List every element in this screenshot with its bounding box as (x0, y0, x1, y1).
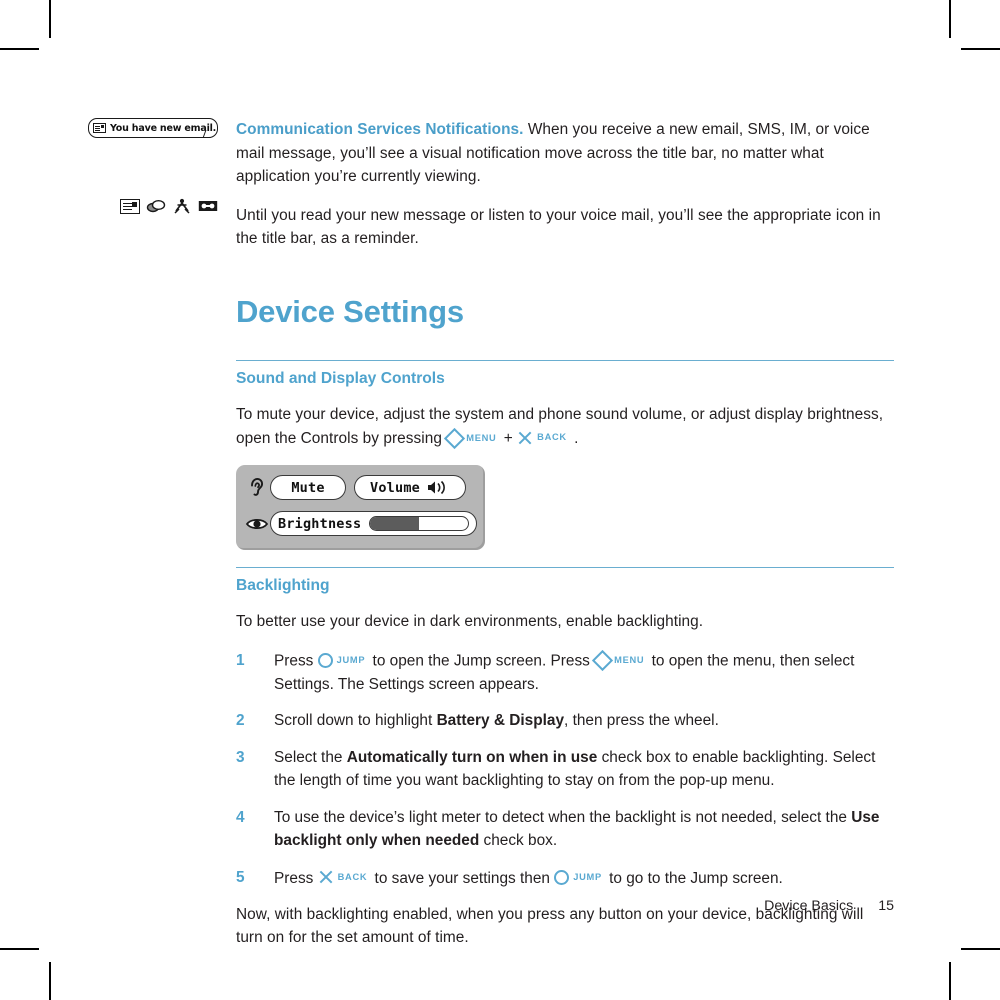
backlighting-steps-list: 1 Press JUMP to open the Jump screen. Pre… (236, 649, 894, 890)
brightness-slider[interactable] (369, 516, 469, 532)
step-text-fragment: To use the device’s light meter to detec… (274, 808, 852, 826)
volume-button-label: Volume (370, 479, 420, 496)
step-number: 2 (236, 712, 245, 729)
circle-icon (554, 870, 570, 886)
jump-key-glyph: JUMP (317, 649, 369, 673)
step-number: 4 (236, 808, 245, 826)
circle-icon (317, 653, 333, 668)
x-icon (517, 430, 533, 446)
step-text: To use the device’s light meter to detec… (274, 806, 894, 853)
step-number: 1 (236, 651, 245, 669)
list-item: 4 To use the device’s light meter to dete… (236, 806, 894, 853)
jump-key-glyph: JUMP (554, 866, 605, 890)
notifications-paragraph: Communication Services Notifications. Wh… (236, 118, 894, 189)
step-text: Press JUMP to open the Jump screen. Pres… (274, 649, 894, 696)
manual-page: You have new email. Communication Servic… (0, 0, 1000, 1000)
chat-bubbles-icon (146, 198, 166, 214)
step-text-fragment: Select the (274, 748, 347, 766)
eye-icon (244, 516, 270, 532)
brightness-control[interactable]: Brightness (270, 511, 477, 537)
notification-bubble: You have new email. (88, 118, 218, 138)
reminder-paragraph: Until you read your new message or liste… (236, 206, 881, 248)
margin-illustration-column: You have new email. (88, 118, 220, 214)
menu-key-label: MENU (614, 654, 645, 665)
brightness-label: Brightness (278, 515, 362, 532)
step-text-fragment: Scroll down to highlight (274, 712, 437, 729)
diamond-icon (591, 649, 613, 672)
jump-key-label: JUMP (336, 654, 366, 665)
section-divider-sound (236, 359, 894, 361)
step-number: 5 (236, 868, 245, 886)
step-text: Select the Automatically turn on when in… (274, 746, 894, 793)
mute-button-label: Mute (291, 479, 325, 496)
status-icon-strip (88, 198, 220, 214)
step-text-fragment: Press (274, 869, 318, 887)
back-key-glyph: BACK (318, 866, 371, 890)
list-item: 5 Press BACK to save your settings then J… (236, 866, 894, 890)
controls-row-display: Brightness (244, 508, 477, 539)
x-icon (318, 869, 334, 885)
list-item: 2 Scroll down to highlight Battery & Disp… (236, 709, 894, 733)
crop-mark-top-left-vertical (49, 0, 51, 38)
jump-key-label: JUMP (573, 872, 602, 882)
step-text-fragment: to go to the Jump screen. (604, 869, 783, 887)
crop-mark-bottom-left-vertical (49, 962, 51, 1000)
diamond-icon (443, 427, 465, 449)
crop-mark-top-left-horizontal (0, 48, 39, 50)
notification-bubble-text: You have new email. (110, 122, 217, 134)
voicemail-icon (198, 198, 218, 214)
plus-separator: + (503, 429, 513, 447)
step-text: Press BACK to save your settings then JU… (274, 866, 894, 890)
footer-section-name: Device Basics (764, 898, 854, 914)
volume-button[interactable]: Volume (354, 475, 466, 501)
crop-mark-bottom-left-horizontal (0, 948, 39, 950)
crop-mark-top-right-horizontal (961, 48, 1000, 50)
controls-row-sound: Mute Volume (244, 472, 477, 503)
step-text-fragment: Press (274, 652, 318, 669)
section-heading-backlighting: Backlighting (236, 577, 330, 595)
step-text-fragment: to save your settings then (370, 869, 555, 887)
sound-controls-paragraph: To mute your device, adjust the system a… (236, 403, 894, 451)
speaker-icon (426, 480, 450, 495)
ear-icon (244, 476, 270, 500)
email-icon (120, 198, 140, 214)
mute-button[interactable]: Mute (270, 475, 346, 501)
step-text-fragment: check box. (479, 832, 558, 849)
back-key-label: BACK (337, 871, 368, 882)
sentence-period: . (574, 429, 579, 447)
menu-key-glyph: MENU (591, 649, 647, 673)
back-key-label: BACK (537, 432, 567, 442)
controls-screenshot: Mute Volume Brightness (236, 465, 485, 551)
list-item: 1 Press JUMP to open the Jump screen. Pre… (236, 649, 894, 696)
section-heading-sound-and-display: Sound and Display Controls (236, 369, 445, 387)
menu-key-label: MENU (466, 432, 497, 443)
sms-runner-icon (172, 198, 192, 214)
list-item: 3 Select the Automatically turn on when i… (236, 746, 894, 793)
back-key-glyph: BACK (517, 426, 570, 450)
step-text-emphasis: Automatically turn on when in use (346, 748, 598, 766)
envelope-icon (93, 123, 106, 133)
step-text: Scroll down to highlight Battery & Displ… (274, 709, 894, 733)
menu-key-glyph: MENU (443, 427, 499, 451)
page-title: Device Settings (236, 293, 464, 329)
footer-page-number: 15 (878, 898, 894, 914)
crop-mark-bottom-right-horizontal (961, 948, 1000, 950)
page-footer: Device Basics 15 (764, 898, 894, 914)
step-text-fragment: , then press the wheel. (564, 712, 719, 729)
backlighting-intro-paragraph: To better use your device in dark enviro… (236, 613, 704, 631)
step-number: 3 (236, 748, 245, 766)
brightness-slider-fill (370, 517, 420, 531)
crop-mark-top-right-vertical (949, 0, 951, 38)
step-text-emphasis: Battery & Display (436, 712, 565, 729)
notifications-lead-in: Communication Services Notifications. (236, 121, 524, 138)
step-text-fragment: to open the Jump screen. Press (368, 652, 595, 669)
crop-mark-bottom-right-vertical (949, 962, 951, 1000)
section-divider-backlighting (236, 567, 894, 569)
content-column: Communication Services Notifications. Wh… (236, 118, 894, 965)
